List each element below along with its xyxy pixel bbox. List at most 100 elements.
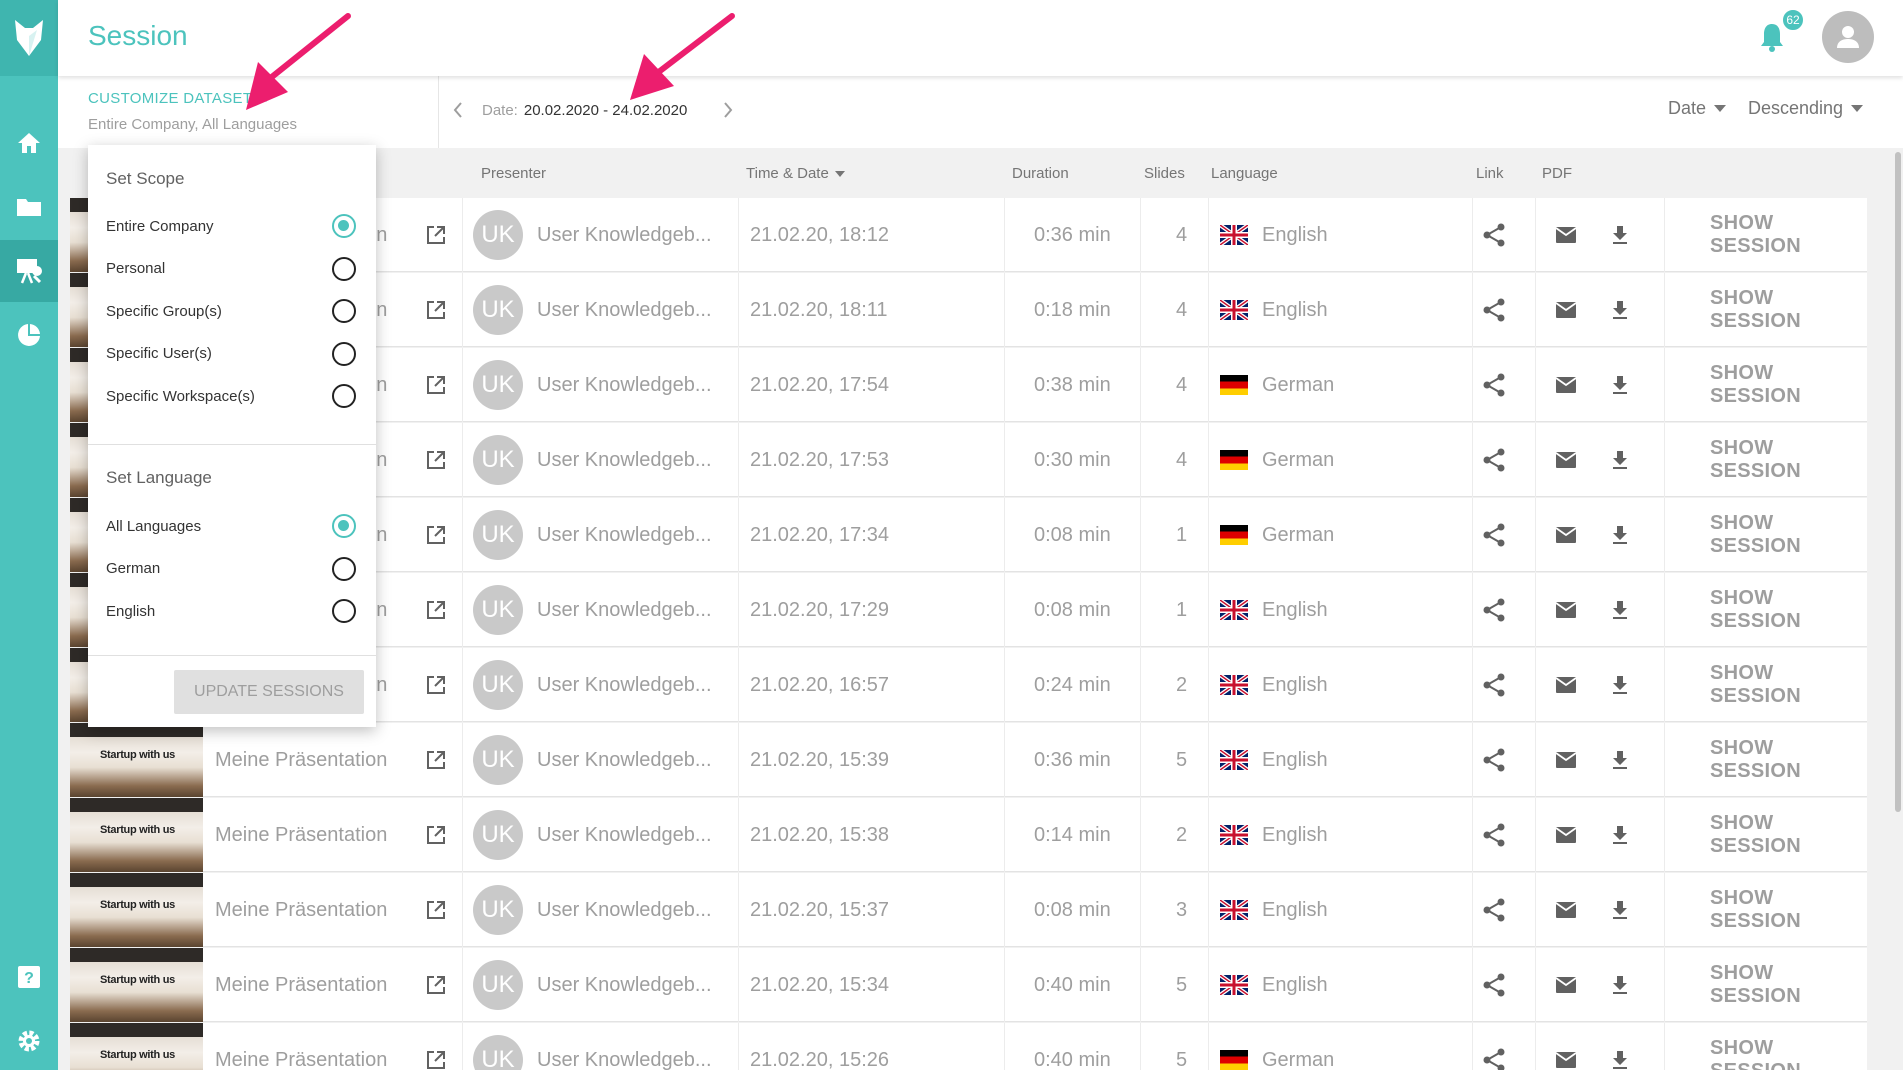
email-pdf-button[interactable] bbox=[1555, 1023, 1577, 1070]
radio-button[interactable] bbox=[332, 599, 356, 623]
share-button[interactable] bbox=[1482, 873, 1506, 947]
col-slides[interactable]: Slides bbox=[1144, 165, 1185, 182]
table-row[interactable]: Startup with us Meine Präsentation UK Use… bbox=[70, 873, 1867, 947]
vertical-scrollbar[interactable] bbox=[1893, 148, 1903, 1070]
open-external-button[interactable] bbox=[425, 798, 447, 872]
email-pdf-button[interactable] bbox=[1555, 723, 1577, 797]
open-external-button[interactable] bbox=[425, 723, 447, 797]
radio-button[interactable] bbox=[332, 256, 356, 281]
show-session-button[interactable]: SHOW SESSION bbox=[1710, 273, 1867, 347]
radio-button[interactable] bbox=[332, 384, 356, 408]
nav-analytics[interactable] bbox=[0, 304, 58, 366]
nav-help[interactable]: ? bbox=[0, 946, 58, 1008]
email-pdf-button[interactable] bbox=[1555, 873, 1577, 947]
download-pdf-button[interactable] bbox=[1611, 573, 1629, 647]
presentation-thumbnail[interactable]: Startup with us bbox=[70, 1023, 203, 1070]
share-button[interactable] bbox=[1482, 948, 1506, 1022]
share-button[interactable] bbox=[1482, 273, 1506, 347]
download-pdf-button[interactable] bbox=[1611, 648, 1629, 722]
col-presenter[interactable]: Presenter bbox=[481, 165, 546, 182]
col-duration[interactable]: Duration bbox=[1012, 165, 1069, 182]
email-pdf-button[interactable] bbox=[1555, 498, 1577, 572]
share-button[interactable] bbox=[1482, 1023, 1506, 1070]
share-button[interactable] bbox=[1482, 798, 1506, 872]
open-external-button[interactable] bbox=[425, 273, 447, 347]
open-external-button[interactable] bbox=[425, 198, 447, 272]
open-external-button[interactable] bbox=[425, 498, 447, 572]
download-pdf-button[interactable] bbox=[1611, 873, 1629, 947]
presentation-title[interactable]: Meine Präsentation bbox=[215, 1023, 387, 1070]
download-pdf-button[interactable] bbox=[1611, 948, 1629, 1022]
radio-button[interactable] bbox=[332, 299, 356, 323]
show-session-button[interactable]: SHOW SESSION bbox=[1710, 648, 1867, 722]
nav-settings[interactable] bbox=[0, 1010, 58, 1070]
email-pdf-button[interactable] bbox=[1555, 573, 1577, 647]
share-button[interactable] bbox=[1482, 573, 1506, 647]
download-pdf-button[interactable] bbox=[1611, 348, 1629, 422]
chevron-left-icon[interactable] bbox=[450, 98, 466, 122]
presentation-title[interactable]: Meine Präsentation bbox=[215, 873, 387, 947]
show-session-button[interactable]: SHOW SESSION bbox=[1710, 198, 1867, 272]
scope-option[interactable]: Specific Workspace(s) bbox=[106, 381, 356, 411]
share-button[interactable] bbox=[1482, 423, 1506, 497]
presentation-title[interactable]: Meine Präsentation bbox=[215, 798, 387, 872]
email-pdf-button[interactable] bbox=[1555, 948, 1577, 1022]
download-pdf-button[interactable] bbox=[1611, 723, 1629, 797]
email-pdf-button[interactable] bbox=[1555, 798, 1577, 872]
nav-folders[interactable] bbox=[0, 176, 58, 238]
show-session-button[interactable]: SHOW SESSION bbox=[1710, 723, 1867, 797]
show-session-button[interactable]: SHOW SESSION bbox=[1710, 873, 1867, 947]
table-row[interactable]: Startup with us Meine Präsentation UK Use… bbox=[70, 948, 1867, 1022]
col-time-date[interactable]: Time & Date bbox=[746, 165, 845, 182]
user-avatar[interactable] bbox=[1822, 11, 1874, 63]
radio-button[interactable] bbox=[332, 514, 356, 538]
email-pdf-button[interactable] bbox=[1555, 348, 1577, 422]
show-session-button[interactable]: SHOW SESSION bbox=[1710, 1023, 1867, 1070]
share-button[interactable] bbox=[1482, 348, 1506, 422]
table-row[interactable]: Startup with us Meine Präsentation UK Use… bbox=[70, 1023, 1867, 1070]
presentation-thumbnail[interactable]: Startup with us bbox=[70, 798, 203, 872]
scope-option[interactable]: Specific User(s) bbox=[106, 339, 356, 369]
radio-button[interactable] bbox=[332, 214, 356, 238]
email-pdf-button[interactable] bbox=[1555, 273, 1577, 347]
presentation-title[interactable]: Meine Präsentation bbox=[215, 723, 387, 797]
show-session-button[interactable]: SHOW SESSION bbox=[1710, 348, 1867, 422]
open-external-button[interactable] bbox=[425, 573, 447, 647]
email-pdf-button[interactable] bbox=[1555, 423, 1577, 497]
scope-option[interactable]: Specific Group(s) bbox=[106, 296, 356, 326]
share-button[interactable] bbox=[1482, 723, 1506, 797]
table-row[interactable]: Startup with us Meine Präsentation UK Use… bbox=[70, 798, 1867, 872]
language-option[interactable]: English bbox=[106, 596, 356, 626]
sort-field-select[interactable]: Date bbox=[1668, 98, 1727, 119]
scope-option[interactable]: Entire Company bbox=[106, 211, 356, 241]
scrollbar-thumb[interactable] bbox=[1895, 152, 1901, 812]
download-pdf-button[interactable] bbox=[1611, 1023, 1629, 1070]
col-language[interactable]: Language bbox=[1211, 165, 1278, 182]
show-session-button[interactable]: SHOW SESSION bbox=[1710, 948, 1867, 1022]
app-logo[interactable] bbox=[0, 0, 58, 76]
download-pdf-button[interactable] bbox=[1611, 423, 1629, 497]
download-pdf-button[interactable] bbox=[1611, 273, 1629, 347]
open-external-button[interactable] bbox=[425, 348, 447, 422]
download-pdf-button[interactable] bbox=[1611, 798, 1629, 872]
open-external-button[interactable] bbox=[425, 1023, 447, 1070]
table-row[interactable]: Startup with us Meine Präsentation UK Use… bbox=[70, 723, 1867, 797]
nav-sessions[interactable] bbox=[0, 240, 58, 302]
show-session-button[interactable]: SHOW SESSION bbox=[1710, 798, 1867, 872]
show-session-button[interactable]: SHOW SESSION bbox=[1710, 573, 1867, 647]
show-session-button[interactable]: SHOW SESSION bbox=[1710, 423, 1867, 497]
language-option[interactable]: All Languages bbox=[106, 511, 356, 541]
open-external-button[interactable] bbox=[425, 948, 447, 1022]
radio-button[interactable] bbox=[332, 341, 356, 366]
share-button[interactable] bbox=[1482, 198, 1506, 272]
email-pdf-button[interactable] bbox=[1555, 198, 1577, 272]
open-external-button[interactable] bbox=[425, 648, 447, 722]
presentation-title[interactable]: Meine Präsentation bbox=[215, 948, 387, 1022]
presentation-thumbnail[interactable]: Startup with us bbox=[70, 873, 203, 947]
show-session-button[interactable]: SHOW SESSION bbox=[1710, 498, 1867, 572]
presentation-thumbnail[interactable]: Startup with us bbox=[70, 948, 203, 1022]
open-external-button[interactable] bbox=[425, 423, 447, 497]
update-sessions-button[interactable]: UPDATE SESSIONS bbox=[174, 670, 364, 714]
scope-option[interactable]: Personal bbox=[106, 254, 356, 284]
share-button[interactable] bbox=[1482, 648, 1506, 722]
